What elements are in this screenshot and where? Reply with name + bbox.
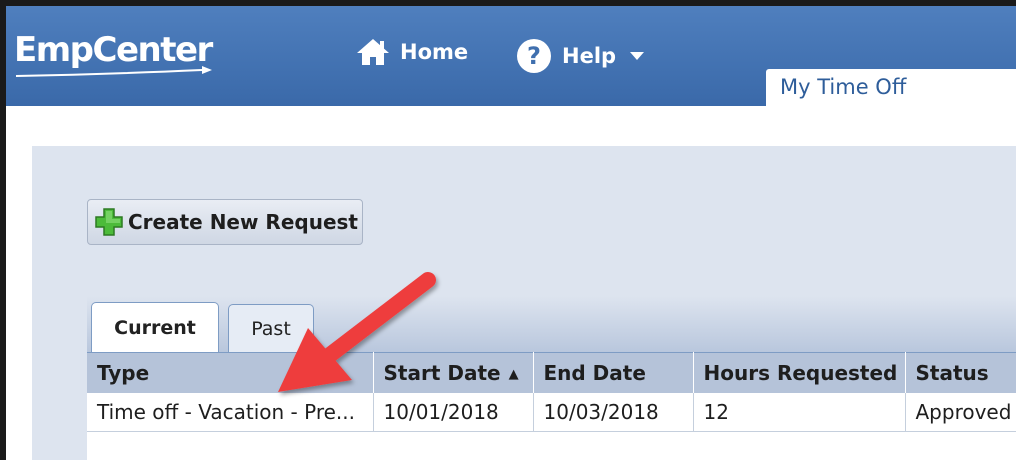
annotation-arrow-icon bbox=[278, 272, 436, 392]
nav-home-link[interactable]: Home bbox=[356, 38, 468, 66]
nav-help-label: Help bbox=[562, 44, 617, 68]
sort-ascending-icon: ▲ bbox=[508, 367, 519, 382]
tabs-strip bbox=[87, 296, 1016, 352]
cell-hours-requested: 12 bbox=[693, 393, 906, 432]
tab-current[interactable]: Current bbox=[91, 302, 219, 352]
home-icon bbox=[357, 39, 389, 65]
page-title-tab[interactable]: My Time Off bbox=[766, 69, 1016, 106]
svg-text:?: ? bbox=[527, 42, 541, 70]
column-header-end-date[interactable]: End Date bbox=[533, 352, 694, 393]
help-icon: ? bbox=[517, 39, 551, 73]
nav-home-label: Home bbox=[400, 40, 469, 64]
create-new-request-label: Create New Request bbox=[128, 210, 358, 234]
top-navigation-bar: EmpCenter Home ? Help My Time Off bbox=[6, 6, 1016, 106]
create-new-request-button[interactable]: Create New Request bbox=[87, 199, 363, 245]
logo-swoosh-icon bbox=[15, 66, 212, 77]
column-header-status[interactable]: Status bbox=[905, 352, 1016, 393]
main-content-panel: Create New Request Current Past Type Sta… bbox=[32, 146, 1016, 460]
plus-icon bbox=[95, 208, 123, 236]
table-row[interactable]: Time off - Vacation - Pre... 10/01/2018 … bbox=[87, 393, 1016, 432]
nav-help-menu[interactable]: ? Help bbox=[516, 38, 645, 74]
empty-table-row bbox=[87, 432, 1016, 460]
column-header-hours-requested[interactable]: Hours Requested bbox=[693, 352, 906, 393]
table-header-row: Type Start Date ▲ End Date Hours Requeste… bbox=[87, 352, 1016, 393]
cell-status: Approved bbox=[905, 393, 1016, 432]
app-window: EmpCenter Home ? Help My Time Off Create… bbox=[0, 0, 1016, 460]
cell-end-date: 10/03/2018 bbox=[533, 393, 694, 432]
chevron-down-icon bbox=[630, 52, 645, 60]
time-off-table: Type Start Date ▲ End Date Hours Requeste… bbox=[87, 352, 1016, 460]
